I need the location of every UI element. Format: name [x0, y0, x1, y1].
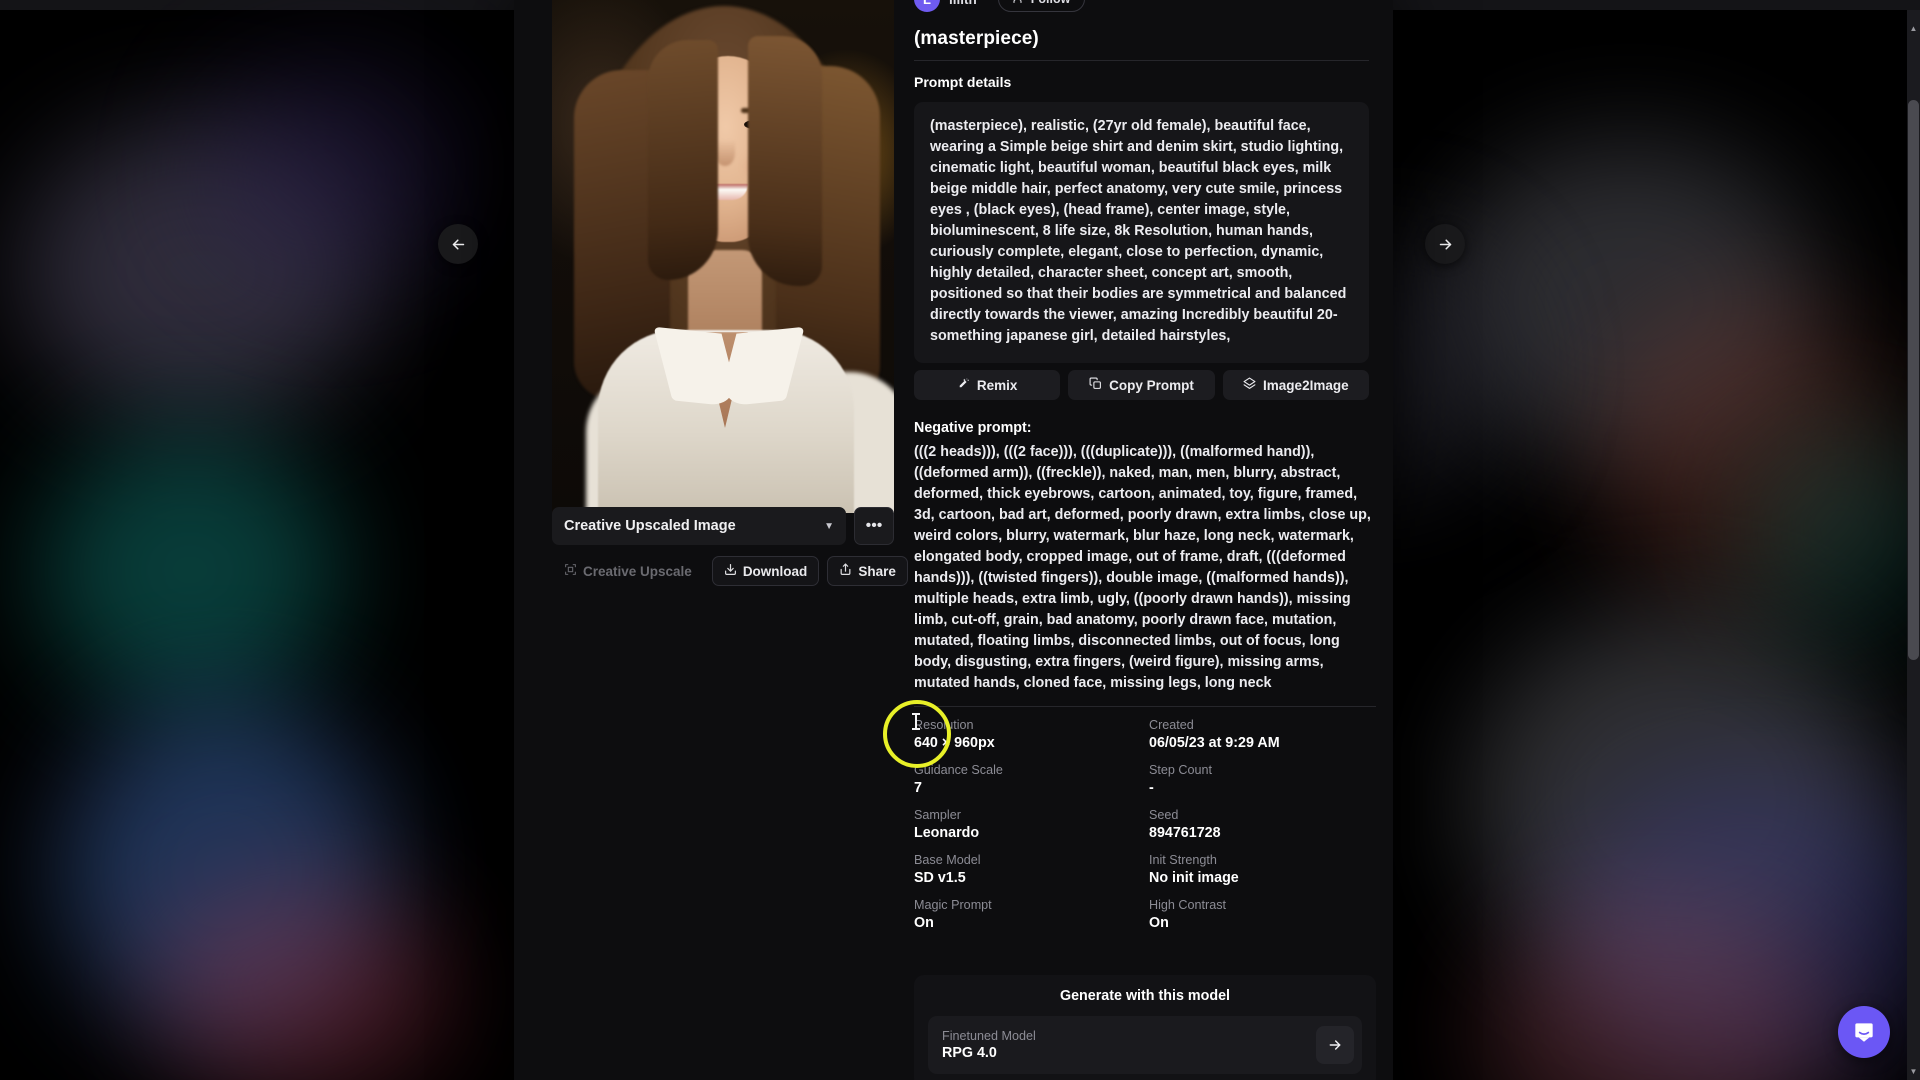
image-action-buttons: Creative Upscale Download Share	[552, 556, 908, 586]
metadata-value: No init image	[1149, 870, 1239, 886]
page-scrollbar[interactable]: ▲ ▼	[1907, 10, 1920, 1080]
author-row: L lilith Follow	[914, 0, 1086, 12]
metadata-label: Seed	[1149, 808, 1179, 822]
author-name[interactable]: lilith	[949, 0, 977, 7]
image2image-label: Image2Image	[1263, 377, 1349, 393]
download-label: Download	[742, 563, 808, 579]
chat-bubble-icon	[1855, 1023, 1873, 1042]
metadata-label: Guidance Scale	[914, 763, 1003, 777]
image-detail-modal: Creative Upscaled Image ▼ ••• Creative U…	[514, 0, 1393, 1080]
download-button[interactable]: Download	[711, 556, 820, 586]
divider	[914, 706, 1376, 707]
metadata-item-step-count: Step Count -	[1149, 763, 1384, 796]
follow-label: Follow	[1031, 0, 1071, 6]
prompt-action-buttons: Remix Copy Prompt Image2Image	[914, 370, 1369, 400]
metadata-value: 7	[914, 780, 922, 796]
metadata-value: On	[914, 915, 934, 931]
share-icon	[839, 563, 852, 579]
finetuned-model-row[interactable]: Finetuned Model RPG 4.0	[928, 1016, 1362, 1074]
metadata-value: SD v1.5	[914, 870, 966, 886]
metadata-item-created: Created 06/05/23 at 9:29 AM	[1149, 718, 1384, 751]
previous-image-button[interactable]	[438, 224, 478, 264]
prompt-box[interactable]: (masterpiece), realistic, (27yr old fema…	[914, 102, 1369, 363]
page-title: (masterpiece)	[914, 28, 1039, 49]
metadata-value: 640 × 960px	[914, 735, 995, 751]
backdrop-blur-blob	[200, 60, 460, 280]
generate-with-model-button[interactable]	[1316, 1026, 1354, 1064]
metadata-item-magic-prompt: Magic Prompt On	[914, 898, 1149, 931]
image2image-button[interactable]: Image2Image	[1222, 370, 1369, 400]
metadata-label: High Contrast	[1149, 898, 1226, 912]
scrollbar-thumb[interactable]	[1908, 100, 1919, 660]
next-image-button[interactable]	[1425, 224, 1465, 264]
caret-down-icon[interactable]: ▼	[1909, 1067, 1918, 1076]
avatar[interactable]: L	[914, 0, 940, 12]
metadata-label: Sampler	[914, 808, 961, 822]
user-plus-icon	[1013, 0, 1025, 7]
negative-prompt-heading: Negative prompt:	[914, 420, 1032, 436]
creative-upscale-button[interactable]: Creative Upscale	[552, 556, 704, 586]
metadata-value: 894761728	[1149, 825, 1221, 841]
divider	[914, 60, 1369, 61]
metadata-item-init-strength: Init Strength No init image	[1149, 853, 1384, 886]
follow-button[interactable]: Follow	[997, 0, 1086, 12]
metadata-value: 06/05/23 at 9:29 AM	[1149, 735, 1280, 751]
chevron-down-icon: ▼	[824, 520, 834, 532]
generated-image[interactable]	[552, 0, 894, 513]
generate-card-title: Generate with this model	[1059, 988, 1230, 1004]
image-pane: Creative Upscaled Image ▼ ••• Creative U…	[514, 0, 908, 1080]
metadata-value: On	[1149, 915, 1169, 931]
share-label: Share	[858, 563, 896, 579]
backdrop-blur-blob	[1740, 420, 1920, 640]
remix-button[interactable]: Remix	[914, 370, 1061, 400]
prompt-text: (masterpiece), realistic, (27yr old fema…	[930, 118, 1347, 344]
backdrop-blur-blob	[40, 430, 340, 710]
layers-icon	[1243, 377, 1256, 393]
remix-label: Remix	[976, 377, 1018, 393]
negative-prompt-text: (((2 heads))), (((2 face))), (((duplicat…	[914, 444, 1371, 691]
metadata-label: Base Model	[914, 853, 981, 867]
metadata-item-seed: Seed 894761728	[1149, 808, 1384, 841]
model-name: RPG 4.0	[942, 1045, 997, 1061]
download-icon	[724, 563, 737, 579]
metadata-value: Leonardo	[914, 825, 980, 841]
variant-select-value: Creative Upscaled Image	[564, 518, 736, 534]
image-variant-select[interactable]: Creative Upscaled Image ▼	[552, 507, 846, 545]
metadata-value: -	[1149, 780, 1154, 796]
arrow-left-icon	[452, 238, 464, 250]
metadata-label: Created	[1149, 718, 1194, 732]
metadata-label: Init Strength	[1149, 853, 1217, 867]
share-button[interactable]: Share	[827, 556, 908, 586]
metadata-grid: Resolution 640 × 960px Created 06/05/23 …	[914, 718, 1384, 931]
backdrop-blur-blob	[150, 880, 450, 1080]
copy-prompt-button[interactable]: Copy Prompt	[1068, 370, 1215, 400]
metadata-item-guidance-scale: Guidance Scale 7	[914, 763, 1149, 796]
copy-icon	[1089, 377, 1102, 393]
arrow-right-icon	[1439, 238, 1451, 250]
details-pane: L lilith Follow (masterpiece) Prompt det…	[906, 0, 1393, 1080]
metadata-label: Magic Prompt	[914, 898, 992, 912]
image-variant-row: Creative Upscaled Image ▼ •••	[552, 507, 894, 545]
metadata-item-base-model: Base Model SD v1.5	[914, 853, 1149, 886]
caret-up-icon[interactable]: ▲	[1909, 24, 1918, 33]
magic-wand-icon	[957, 377, 970, 393]
intercom-chat-button[interactable]	[1838, 1006, 1890, 1058]
model-info: Finetuned Model RPG 4.0	[942, 1029, 1306, 1061]
generate-with-model-card: Generate with this model Finetuned Model…	[914, 975, 1376, 1080]
arrow-right-icon	[1329, 1040, 1341, 1050]
creative-upscale-label: Creative Upscale	[583, 563, 692, 579]
metadata-label: Step Count	[1149, 763, 1213, 777]
more-options-button[interactable]: •••	[854, 507, 894, 545]
prompt-details-heading: Prompt details	[914, 74, 1012, 90]
portrait-artwork	[552, 0, 894, 513]
metadata-label: Resolution	[914, 718, 974, 732]
metadata-item-resolution: Resolution 640 × 960px	[914, 718, 1149, 751]
metadata-item-sampler: Sampler Leonardo	[914, 808, 1149, 841]
copy-prompt-label: Copy Prompt	[1109, 377, 1194, 393]
model-label: Finetuned Model	[942, 1029, 1036, 1043]
upscale-icon	[564, 563, 577, 579]
metadata-item-high-contrast: High Contrast On	[1149, 898, 1384, 931]
ellipsis-icon: •••	[865, 517, 883, 534]
